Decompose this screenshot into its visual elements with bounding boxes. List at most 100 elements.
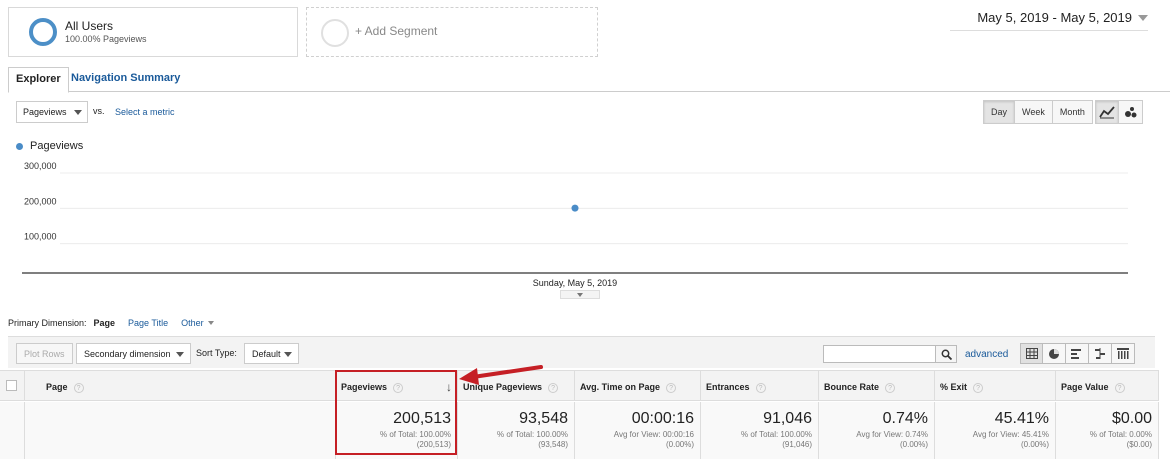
pivot-view-button[interactable] [1112,343,1135,364]
total-sub: (0.00%) [1020,440,1049,449]
tab-explorer[interactable]: Explorer [8,67,69,93]
total-avg-time: 00:00:16 Avg for View: 00:00:16 (0.00%) [574,402,700,459]
segment-circle-icon [29,18,57,46]
total-sub: % of Total: 100.00% [740,430,812,439]
red-arrow-icon [459,365,543,385]
help-icon[interactable]: ? [73,382,84,393]
tab-navigation-summary[interactable]: Navigation Summary [64,67,187,92]
y-tick-label: 200,000 [24,196,57,206]
comparison-view-button[interactable] [1089,343,1112,364]
header-bounce-rate-label: Bounce Rate [824,382,880,392]
header-page-value[interactable]: Page Value? [1055,371,1159,400]
time-granularity-group: Day Week Month [983,100,1093,124]
header-bounce-rate[interactable]: Bounce Rate? [818,371,934,400]
help-icon[interactable]: ? [973,382,984,393]
select-metric-link[interactable]: Select a metric [115,107,175,117]
table-header-row: Page? Pageviews? ↓ Unique Pageviews? Avg.… [0,370,1159,401]
search-button[interactable] [935,345,957,363]
total-sub: ($0.00) [1126,440,1152,449]
chevron-down-icon [176,352,184,357]
plot-rows-button[interactable]: Plot Rows [16,343,73,364]
week-button[interactable]: Week [1015,100,1053,124]
vs-label: vs. [93,106,105,116]
header-avg-time[interactable]: Avg. Time on Page? [574,371,700,400]
highlight-box [335,370,457,455]
metric-select[interactable]: Pageviews [16,101,88,123]
pie-chart-icon [1049,348,1059,359]
help-icon[interactable]: ? [1114,382,1125,393]
y-tick-label: 100,000 [24,232,57,242]
total-value: 00:00:16 [631,410,694,427]
add-segment-button[interactable]: + Add Segment [306,7,598,57]
help-icon[interactable]: ? [755,382,766,393]
header-entrances[interactable]: Entrances? [700,371,818,400]
date-range-picker[interactable]: May 5, 2019 - May 5, 2019 [977,10,1148,25]
header-page-value-label: Page Value [1061,382,1109,392]
chevron-down-icon [1138,14,1148,21]
total-value: 45.41% [994,410,1049,427]
header-exit-label: % Exit [940,382,968,392]
total-sub: Avg for View: 45.41% [972,430,1049,439]
day-button[interactable]: Day [983,100,1016,124]
report-tabs: Explorer Navigation Summary [8,67,1170,93]
dimension-other-label: Other [181,318,204,328]
chevron-down-icon [74,110,82,115]
metric-select-value: Pageviews [23,107,67,117]
help-icon[interactable]: ? [666,382,677,393]
sort-type-select[interactable]: Default [244,343,299,364]
segment-sub: 100.00% Pageviews [65,34,147,44]
header-entrances-label: Entrances [706,382,750,392]
chevron-down-icon [577,292,583,297]
bubbles-icon [1124,107,1136,118]
data-point-pageviews[interactable] [571,204,579,212]
total-value: 0.74% [882,410,928,427]
total-sub: Avg for View: 00:00:16 [613,430,694,439]
add-segment-label: + Add Segment [355,24,438,38]
chevron-down-icon [207,321,214,325]
help-icon[interactable]: ? [885,382,896,393]
sort-type-value: Default [252,349,281,359]
chart-expand-toggle[interactable] [560,290,600,299]
header-avg-time-label: Avg. Time on Page [580,382,661,392]
line-chart-button[interactable] [1095,100,1119,124]
header-page-label: Page [46,382,68,392]
bar-list-icon [1071,349,1081,359]
total-value: 91,046 [763,410,812,427]
percentage-view-button[interactable] [1043,343,1066,364]
sort-type-label: Sort Type: [196,348,237,358]
total-unique-pageviews: 93,548 % of Total: 100.00% (93,548) [457,402,574,459]
legend-label: Pageviews [30,140,84,152]
primary-dimension-label: Primary Dimension: [8,318,87,328]
total-exit: 45.41% Avg for View: 45.41% (0.00%) [934,402,1055,459]
primary-dimension-bar: Primary Dimension: Page Page Title Other [8,318,214,328]
select-all-checkbox[interactable] [6,380,17,391]
total-value: 93,548 [519,410,568,427]
pageviews-chart: 300,000 200,000 100,000 [22,161,1128,274]
total-sub: (0.00%) [899,440,928,449]
total-sub: Avg for View: 0.74% [856,430,928,439]
table-search-input[interactable] [823,345,936,363]
dimension-other[interactable]: Other [181,318,214,328]
line-chart-icon [1099,106,1115,119]
chevron-down-icon [284,352,292,357]
month-button[interactable]: Month [1052,100,1093,124]
table-view-group [1020,343,1135,364]
motion-chart-button[interactable] [1119,100,1143,124]
comparison-icon [1095,348,1105,359]
total-sub: (0.00%) [665,440,694,449]
segment-all-users[interactable]: All Users 100.00% Pageviews [8,7,298,57]
header-exit[interactable]: % Exit? [934,371,1055,400]
header-page[interactable]: Page? [24,371,335,400]
performance-view-button[interactable] [1066,343,1089,364]
secondary-dimension-label: Secondary dimension [84,349,171,359]
secondary-dimension-select[interactable]: Secondary dimension [76,343,191,364]
totals-page-cell [24,402,335,459]
chart-legend: Pageviews [16,140,83,152]
data-view-button[interactable] [1020,343,1043,364]
total-sub: % of Total: 100.00% [496,430,568,439]
dimension-page-title[interactable]: Page Title [128,318,168,328]
search-icon [941,349,952,360]
total-value: $0.00 [1111,410,1152,427]
date-range-label: May 5, 2019 - May 5, 2019 [977,10,1132,25]
advanced-filter-link[interactable]: advanced [965,349,1008,360]
